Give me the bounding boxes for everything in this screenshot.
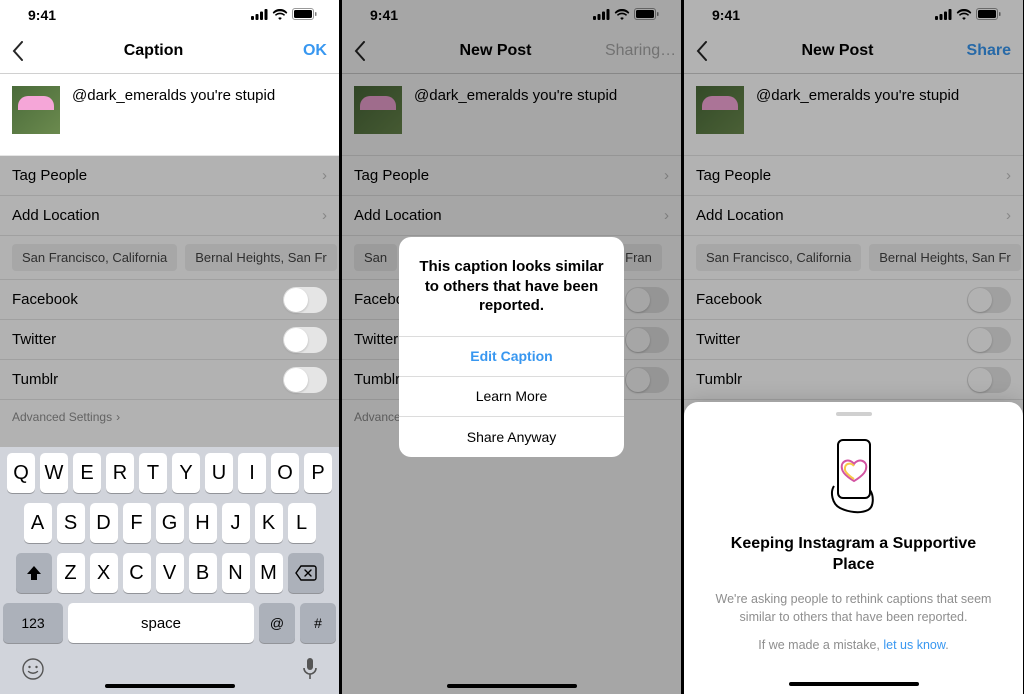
tumblr-toggle[interactable] [283,367,327,393]
modal-overlay[interactable]: This caption looks similar to others tha… [342,0,681,694]
post-thumbnail[interactable] [12,86,60,134]
key-i[interactable]: I [238,453,266,493]
home-indicator[interactable] [447,684,577,688]
key-q[interactable]: Q [7,453,35,493]
key-w[interactable]: W [40,453,68,493]
mic-icon[interactable] [302,657,318,686]
key-f[interactable]: F [123,503,151,543]
key-p[interactable]: P [304,453,332,493]
screen-newpost-sheet: 9:41 New Post Share @dark_emeralds you'r… [684,0,1023,694]
emoji-icon[interactable] [21,657,45,686]
signal-icon [251,7,268,23]
edit-caption-button[interactable]: Edit Caption [399,337,624,377]
key-t[interactable]: T [139,453,167,493]
status-indicators [251,7,317,23]
key-k[interactable]: K [255,503,283,543]
hash-key[interactable]: # [300,603,336,643]
key-y[interactable]: Y [172,453,200,493]
key-v[interactable]: V [156,553,184,593]
sheet-title: Keeping Instagram a Supportive Place [708,534,999,576]
key-g[interactable]: G [156,503,184,543]
screen-caption: 9:41 Caption OK @dark_emeralds you're st… [0,0,339,694]
key-z[interactable]: Z [57,553,85,593]
key-r[interactable]: R [106,453,134,493]
keyboard-row4: 123 space @ # [3,603,336,643]
key-n[interactable]: N [222,553,250,593]
key-a[interactable]: A [24,503,52,543]
keyboard-row2: ASDFGHJKL [3,503,336,543]
home-indicator[interactable] [789,682,919,686]
let-us-know-link[interactable]: let us know [883,638,945,652]
nav-header: Caption OK [0,28,339,74]
heart-phone-icon [824,436,884,516]
popup-message: This caption looks similar to others tha… [399,237,624,337]
screen-newpost-popup: 9:41 New Post Sharing… @dark_emeralds yo… [342,0,681,694]
key-l[interactable]: L [288,503,316,543]
key-c[interactable]: C [123,553,151,593]
sheet-grabber[interactable] [836,412,872,416]
nav-action-ok[interactable]: OK [263,42,327,60]
backspace-key[interactable] [288,553,324,593]
key-m[interactable]: M [255,553,283,593]
keyboard-row3: ZXCVBNM [3,553,336,593]
home-indicator[interactable] [105,684,235,688]
at-key[interactable]: @ [259,603,295,643]
status-bar: 9:41 [0,0,339,28]
keyboard-row1: QWERTYUIOP [3,453,336,493]
sheet-mistake: If we made a mistake, let us know. [708,636,999,654]
sheet-body: We're asking people to rethink captions … [708,590,999,626]
key-h[interactable]: H [189,503,217,543]
status-time: 9:41 [28,7,56,23]
key-u[interactable]: U [205,453,233,493]
key-e[interactable]: E [73,453,101,493]
wifi-icon [272,7,288,23]
back-icon[interactable] [12,41,44,61]
shift-key[interactable] [16,553,52,593]
caption-warning-popup: This caption looks similar to others tha… [399,237,624,457]
key-o[interactable]: O [271,453,299,493]
keyboard[interactable]: QWERTYUIOP ASDFGHJKL ZXCVBNM 123 space @… [0,447,339,694]
learn-more-button[interactable]: Learn More [399,377,624,417]
caption-row[interactable]: @dark_emeralds you're stupid [0,74,339,146]
numbers-key[interactable]: 123 [3,603,63,643]
keyboard-bottom [3,653,336,686]
caption-text[interactable]: @dark_emeralds you're stupid [72,86,275,134]
facebook-toggle[interactable] [283,287,327,313]
key-s[interactable]: S [57,503,85,543]
battery-icon [292,7,317,23]
space-key[interactable]: space [68,603,254,643]
key-x[interactable]: X [90,553,118,593]
key-b[interactable]: B [189,553,217,593]
share-anyway-button[interactable]: Share Anyway [399,417,624,457]
key-d[interactable]: D [90,503,118,543]
key-j[interactable]: J [222,503,250,543]
supportive-bottom-sheet[interactable]: Keeping Instagram a Supportive Place We'… [684,402,1023,694]
twitter-toggle[interactable] [283,327,327,353]
nav-title: Caption [124,42,184,60]
